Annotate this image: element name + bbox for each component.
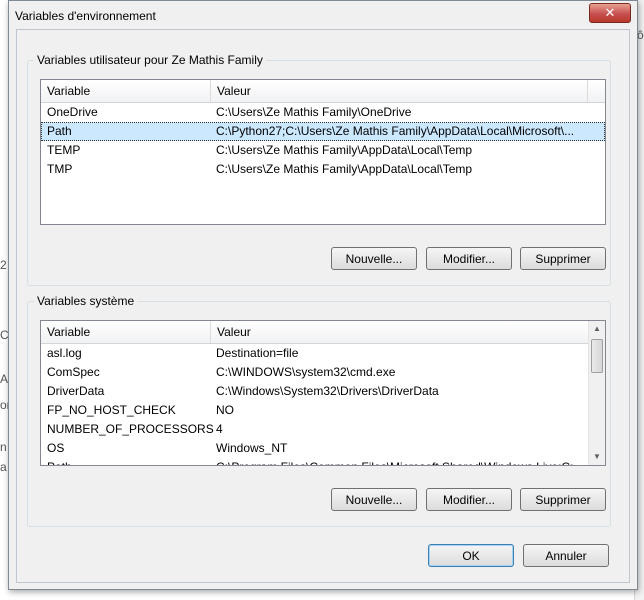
system-variables-list[interactable]: Variable Valeur asl.log Destination=file…	[40, 320, 606, 466]
variable-value: 4	[216, 422, 223, 436]
environment-variables-dialog: Variables d'environnement ✕ Variables ut…	[8, 0, 638, 590]
table-row[interactable]: OS Windows_NT	[41, 439, 589, 458]
close-icon: ✕	[604, 5, 616, 20]
scroll-down-icon[interactable]: ▼	[589, 449, 605, 465]
system-edit-button[interactable]: Modifier...	[426, 488, 512, 511]
system-variables-group: Variables système Variable Valeur asl.lo…	[27, 294, 611, 527]
variable-value: NO	[216, 403, 234, 417]
table-row[interactable]: asl.log Destination=file	[41, 344, 589, 363]
table-row[interactable]: OneDrive C:\Users\Ze Mathis Family\OneDr…	[41, 103, 605, 122]
user-edit-button[interactable]: Modifier...	[426, 247, 512, 270]
title-bar[interactable]: Variables d'environnement ✕	[9, 1, 637, 29]
system-new-button[interactable]: Nouvelle...	[331, 488, 417, 511]
variable-name: DriverData	[47, 384, 105, 398]
table-row-selected[interactable]: Path C:\Python27;C:\Users\Ze Mathis Fami…	[41, 122, 605, 141]
background-text-fragment: ô	[637, 28, 644, 42]
table-row[interactable]: ComSpec C:\WINDOWS\system32\cmd.exe	[41, 363, 589, 382]
variable-name: TEMP	[47, 143, 81, 157]
variable-name: FP_NO_HOST_CHECK	[47, 403, 176, 417]
scrollbar-thumb[interactable]	[591, 339, 603, 373]
background-text-fragment: A	[0, 372, 9, 386]
variable-value: C:\Windows\System32\Drivers\DriverData	[216, 384, 439, 398]
table-row[interactable]: DriverData C:\Windows\System32\Drivers\D…	[41, 382, 589, 401]
column-header-variable[interactable]: Variable	[41, 321, 211, 343]
variable-name: OneDrive	[47, 105, 98, 119]
list-header: Variable Valeur	[41, 321, 589, 344]
list-header: Variable Valeur	[41, 80, 605, 103]
table-row[interactable]: NUMBER_OF_PROCESSORS 4	[41, 420, 589, 439]
variable-name: asl.log	[47, 346, 82, 360]
background-text-fragment: a	[0, 460, 7, 474]
variable-name: Path	[47, 458, 72, 465]
user-variables-group-title: Variables utilisateur pour Ze Mathis Fam…	[34, 53, 266, 67]
table-row[interactable]: Path C:\Program Files\Common Files\Micro…	[41, 458, 589, 465]
dialog-client-area: Variables utilisateur pour Ze Mathis Fam…	[16, 29, 630, 583]
column-header-value[interactable]: Valeur	[211, 80, 588, 102]
user-delete-button[interactable]: Supprimer	[520, 247, 606, 270]
variable-value: C:\Python27;C:\Users\Ze Mathis Family\Ap…	[216, 124, 575, 138]
variable-name: TMP	[47, 162, 73, 176]
variable-value: C:\Program Files\Common Files\Microsoft …	[216, 458, 584, 465]
close-button[interactable]: ✕	[589, 3, 631, 23]
system-delete-button[interactable]: Supprimer	[520, 488, 606, 511]
background-text-fragment: 2	[0, 258, 7, 272]
variable-value: C:\Users\Ze Mathis Family\OneDrive	[216, 105, 412, 119]
window-title: Variables d'environnement	[15, 9, 156, 23]
variable-name: Path	[47, 124, 72, 138]
variable-value: Windows_NT	[216, 441, 288, 455]
background-text-fragment: n	[0, 440, 7, 454]
user-variables-rows: OneDrive C:\Users\Ze Mathis Family\OneDr…	[41, 103, 605, 179]
table-row[interactable]: TMP C:\Users\Ze Mathis Family\AppData\Lo…	[41, 160, 605, 179]
table-row[interactable]: TEMP C:\Users\Ze Mathis Family\AppData\L…	[41, 141, 605, 160]
variable-name: OS	[47, 441, 65, 455]
variable-value: C:\Users\Ze Mathis Family\AppData\Local\…	[216, 143, 473, 157]
ok-button[interactable]: OK	[428, 544, 514, 567]
user-new-button[interactable]: Nouvelle...	[331, 247, 417, 270]
column-header-value[interactable]: Valeur	[211, 321, 589, 343]
system-variables-rows: asl.log Destination=file ComSpec C:\WIND…	[41, 344, 589, 465]
variable-value: Destination=file	[216, 346, 299, 360]
variable-value: C:\Users\Ze Mathis Family\AppData\Local\…	[216, 162, 473, 176]
user-variables-list[interactable]: Variable Valeur OneDrive C:\Users\Ze Mat…	[40, 79, 606, 225]
user-variables-group: Variables utilisateur pour Ze Mathis Fam…	[27, 53, 611, 286]
scroll-up-icon[interactable]: ▲	[589, 321, 605, 337]
variable-name: NUMBER_OF_PROCESSORS	[47, 422, 214, 436]
vertical-scrollbar[interactable]: ▲ ▼	[588, 321, 605, 465]
table-row[interactable]: FP_NO_HOST_CHECK NO	[41, 401, 589, 420]
variable-name: ComSpec	[47, 365, 100, 379]
cancel-button[interactable]: Annuler	[523, 544, 609, 567]
variable-value: C:\WINDOWS\system32\cmd.exe	[216, 365, 396, 379]
column-header-variable[interactable]: Variable	[41, 80, 211, 102]
system-variables-group-title: Variables système	[34, 294, 138, 308]
